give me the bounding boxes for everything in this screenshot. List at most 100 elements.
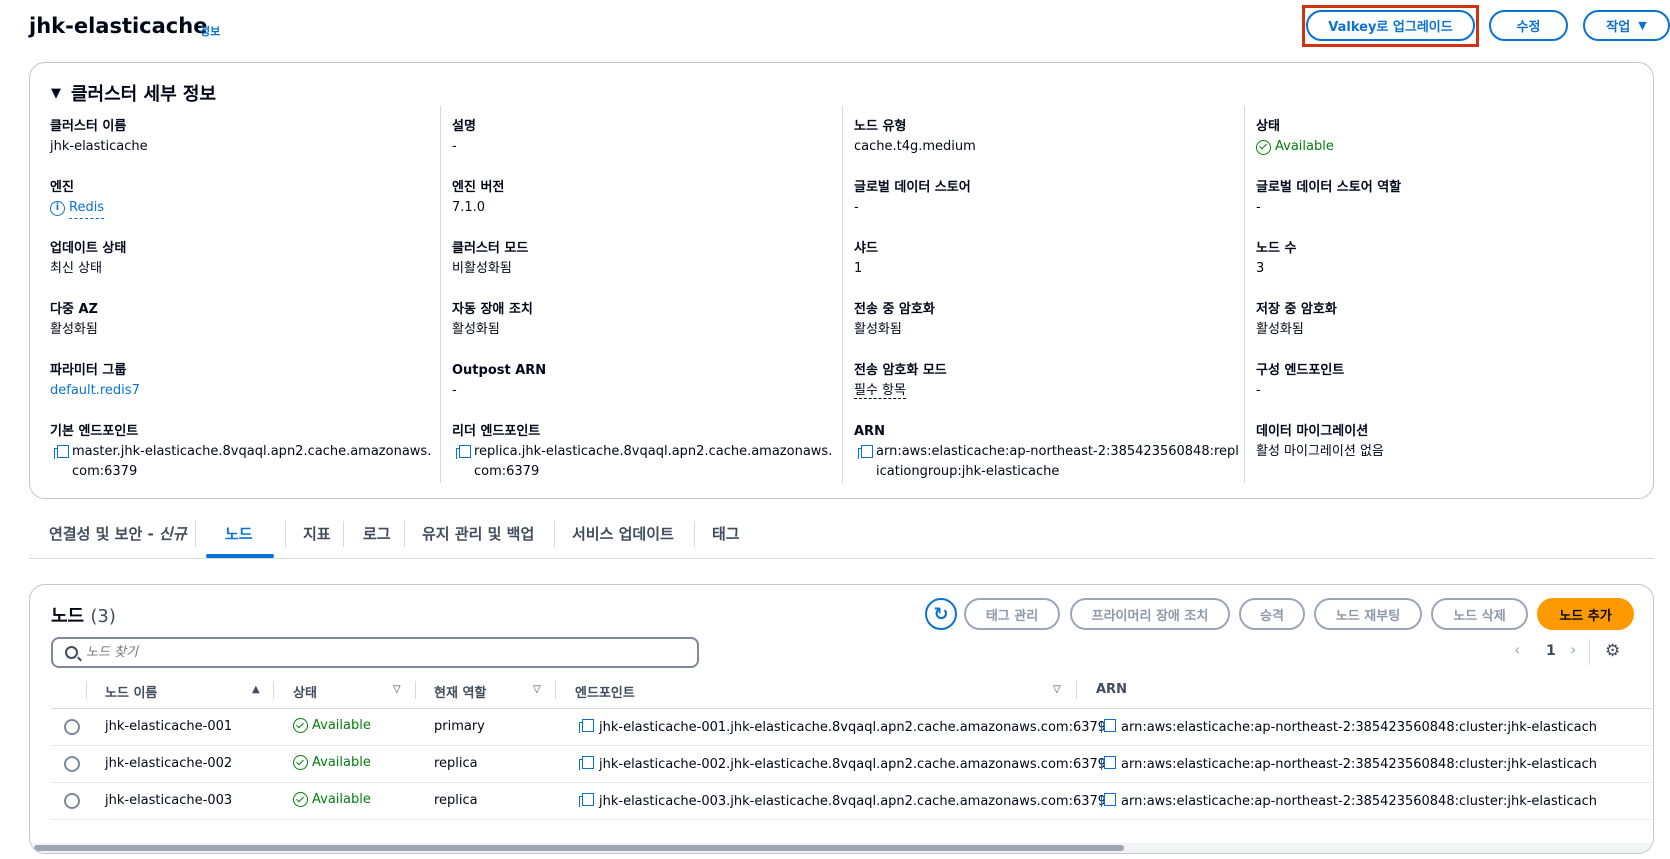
- column-separator: [273, 681, 274, 699]
- copy-icon[interactable]: [1101, 793, 1116, 807]
- node-role: primary: [434, 719, 485, 734]
- parameter-group-link[interactable]: default.redis7: [50, 381, 435, 401]
- tab-maintenance-backup[interactable]: 유지 관리 및 백업: [422, 523, 534, 544]
- reboot-node-button[interactable]: 노드 재부팅: [1314, 598, 1422, 630]
- modify-button[interactable]: 수정: [1489, 10, 1568, 41]
- table-row[interactable]: jhk-elasticache-003 Available replica jh…: [51, 783, 1653, 820]
- prev-page-icon[interactable]: ‹: [1514, 640, 1520, 659]
- field-label: 리더 엔드포인트: [452, 424, 541, 439]
- col-header-name[interactable]: 노드 이름: [105, 682, 157, 701]
- actions-button[interactable]: 작업 ▼: [1583, 10, 1670, 41]
- tab-separator: [195, 521, 196, 547]
- tab-label: 연결성 및 보안 -: [49, 525, 159, 543]
- gear-icon[interactable]: ⚙: [1605, 641, 1620, 661]
- primary-endpoint-value: master.jhk-elasticache.8vqaql.apn2.cache…: [72, 444, 432, 479]
- copy-icon[interactable]: [456, 445, 471, 459]
- col-header-arn[interactable]: ARN: [1096, 682, 1127, 697]
- engine-value[interactable]: i Redis: [50, 198, 435, 219]
- field-label: 글로벌 데이터 스토어 역할: [1256, 180, 1402, 195]
- status-text: Available: [312, 792, 371, 807]
- copy-icon[interactable]: [858, 445, 873, 459]
- column-separator: [86, 681, 87, 699]
- field-transit-encryption-mode: 전송 암호화 모드 필수 항목: [854, 362, 1239, 401]
- engine-link[interactable]: Redis: [69, 198, 105, 219]
- field-global-datastore: 글로벌 데이터 스토어 -: [854, 179, 1239, 218]
- field-label: 저장 중 암호화: [1256, 302, 1337, 317]
- sort-icon[interactable]: ▽: [393, 684, 401, 695]
- column-divider: [1244, 106, 1245, 483]
- column-separator: [415, 681, 416, 699]
- copy-icon[interactable]: [54, 445, 69, 459]
- status-text: Available: [312, 755, 371, 770]
- copy-icon[interactable]: [1101, 719, 1116, 733]
- arn-value: arn:aws:elasticache:ap-northeast-2:38542…: [876, 444, 1239, 479]
- tab-metrics[interactable]: 지표: [303, 523, 331, 544]
- field-label: 구성 엔드포인트: [1256, 363, 1345, 378]
- field-cluster-mode: 클러스터 모드 비활성화됨: [452, 240, 837, 279]
- field-value: -: [1256, 383, 1261, 398]
- status-value: Available: [1256, 137, 1641, 157]
- node-arn: arn:aws:elasticache:ap-northeast-2:38542…: [1101, 719, 1597, 735]
- field-value: 활성 마이그레이션 없음: [1256, 444, 1384, 459]
- copy-icon[interactable]: [1101, 756, 1116, 770]
- field-multi-az: 다중 AZ 활성화됨: [50, 301, 435, 340]
- col-header-status[interactable]: 상태: [293, 682, 317, 701]
- delete-node-button[interactable]: 노드 삭제: [1431, 598, 1528, 630]
- manage-tags-button[interactable]: 태그 관리: [964, 598, 1060, 630]
- transit-encryption-mode-value[interactable]: 필수 항목: [854, 383, 906, 399]
- add-node-button[interactable]: 노드 추가: [1537, 598, 1634, 630]
- col-header-role[interactable]: 현재 역할: [434, 682, 486, 701]
- row-radio[interactable]: [64, 719, 80, 735]
- table-row[interactable]: jhk-elasticache-001 Available primary jh…: [51, 709, 1653, 746]
- col-header-endpoint[interactable]: 엔드포인트: [575, 682, 635, 701]
- scrollbar-thumb[interactable]: [34, 845, 1124, 851]
- row-radio[interactable]: [64, 756, 80, 772]
- field-value: 3: [1256, 261, 1265, 276]
- field-label: 샤드: [854, 241, 878, 256]
- field-label: 파라미터 그룹: [50, 363, 127, 378]
- tab-nodes[interactable]: 노드: [225, 523, 253, 544]
- refresh-button[interactable]: ↻: [925, 598, 957, 630]
- tab-logs[interactable]: 로그: [363, 523, 391, 544]
- cluster-details-toggle[interactable]: ▼ 클러스터 세부 정보: [51, 80, 216, 106]
- sort-icon[interactable]: ▽: [533, 684, 541, 695]
- primary-failover-button[interactable]: 프라이머리 장애 조치: [1070, 598, 1230, 630]
- table-row[interactable]: jhk-elasticache-002 Available replica jh…: [51, 746, 1653, 783]
- tab-service-updates[interactable]: 서비스 업데이트: [572, 523, 674, 544]
- field-label: 데이터 마이그레이션: [1256, 424, 1369, 439]
- sort-ascending-icon[interactable]: ▲: [252, 684, 260, 695]
- copy-icon[interactable]: [579, 719, 594, 733]
- node-search[interactable]: [51, 637, 699, 668]
- sort-icon[interactable]: ▽: [1053, 684, 1061, 695]
- info-link[interactable]: 정보: [200, 23, 220, 39]
- column-divider: [440, 106, 441, 483]
- row-radio[interactable]: [64, 793, 80, 809]
- field-label: 클러스터 모드: [452, 241, 529, 256]
- next-page-icon[interactable]: ›: [1570, 640, 1576, 659]
- field-data-migration: 데이터 마이그레이션 활성 마이그레이션 없음: [1256, 423, 1641, 462]
- node-arn: arn:aws:elasticache:ap-northeast-2:38542…: [1101, 793, 1597, 809]
- horizontal-scrollbar[interactable]: [30, 843, 1653, 853]
- column-separator: [1076, 681, 1077, 699]
- status-text: Available: [1275, 139, 1334, 154]
- arn-text: arn:aws:elasticache:ap-northeast-2:38542…: [1121, 720, 1597, 735]
- copy-icon[interactable]: [579, 793, 594, 807]
- promote-button[interactable]: 승격: [1239, 598, 1305, 630]
- field-value: cache.t4g.medium: [854, 139, 976, 154]
- upgrade-to-valkey-button[interactable]: Valkey로 업그레이드: [1306, 10, 1475, 41]
- field-config-endpoint: 구성 엔드포인트 -: [1256, 362, 1641, 401]
- search-input[interactable]: [86, 645, 646, 660]
- tab-tags[interactable]: 태그: [712, 523, 740, 544]
- copy-icon[interactable]: [579, 756, 594, 770]
- field-transit-encryption: 전송 중 암호화 활성화됨: [854, 301, 1239, 340]
- field-label: 엔진: [50, 180, 74, 195]
- field-engine: 엔진 i Redis: [50, 179, 435, 219]
- field-label: 엔진 버전: [452, 180, 505, 195]
- page-number[interactable]: 1: [1546, 643, 1556, 659]
- endpoint-text: jhk-elasticache-003.jhk-elasticache.8vqa…: [599, 794, 1107, 809]
- field-value: -: [854, 200, 859, 215]
- cluster-details-panel: ▼ 클러스터 세부 정보 클러스터 이름 jhk-elasticache 설명 …: [29, 62, 1654, 499]
- tab-connectivity-security[interactable]: 연결성 및 보안 - 신규: [49, 523, 187, 544]
- field-value: 활성화됨: [452, 322, 500, 337]
- field-node-type: 노드 유형 cache.t4g.medium: [854, 118, 1239, 157]
